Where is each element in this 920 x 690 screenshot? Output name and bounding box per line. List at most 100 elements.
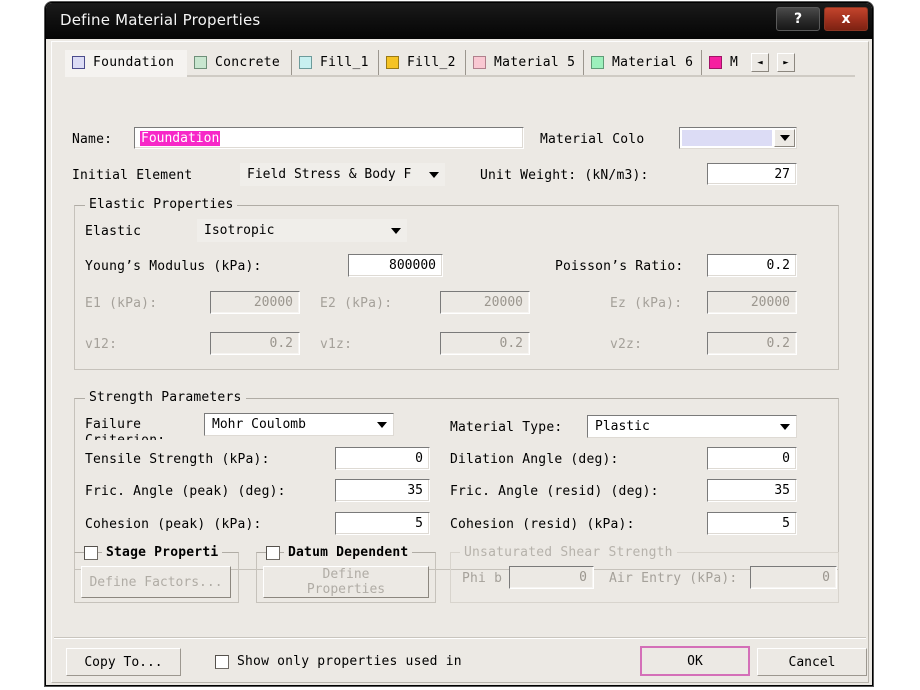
tab-label: Foundation: [93, 55, 175, 70]
e2-value: 20000: [483, 295, 523, 310]
v12-input: 0.2: [210, 332, 300, 355]
tab-label: Fill_1: [320, 55, 369, 70]
tab-scroll-left-button[interactable]: ◄: [751, 53, 769, 72]
failure-criterion-label-line1: Failure: [85, 417, 142, 432]
cancel-button[interactable]: Cancel: [757, 648, 867, 676]
window-title: Define Material Properties: [60, 11, 261, 29]
tab-material-7[interactable]: M: [702, 50, 752, 75]
chevron-down-icon: [779, 135, 790, 141]
show-only-properties-label: Show only properties used in: [237, 654, 462, 669]
tab-color-swatch-fill-1: [299, 56, 312, 69]
material-color-dropdown[interactable]: [679, 127, 797, 149]
chevron-right-icon: ►: [783, 57, 789, 68]
e1-value: 20000: [253, 295, 293, 310]
ez-value: 20000: [750, 295, 790, 310]
fric-angle-resid-input[interactable]: 35: [707, 479, 797, 502]
close-button[interactable]: x: [824, 7, 868, 31]
footer-divider-highlight: [54, 638, 866, 639]
cohesion-resid-input[interactable]: 5: [707, 512, 797, 535]
chevron-down-icon: [780, 423, 790, 430]
cohesion-resid-label: Cohesion (resid) (kPa):: [450, 517, 635, 532]
e1-label: E1 (kPa):: [85, 296, 158, 311]
initial-element-dropdown[interactable]: Field Stress & Body F: [240, 163, 445, 186]
ez-input: 20000: [707, 291, 797, 314]
tab-color-swatch-material-7: [709, 56, 722, 69]
tab-material-5[interactable]: Material 5: [466, 50, 584, 75]
material-color-dropdown-button[interactable]: [774, 129, 795, 147]
elastic-label: Elastic: [85, 224, 142, 239]
poissons-ratio-label: Poisson’s Ratio:: [555, 259, 684, 274]
e2-label: E2 (kPa):: [320, 296, 393, 311]
v1z-input: 0.2: [440, 332, 530, 355]
cohesion-resid-value: 5: [782, 516, 790, 531]
youngs-modulus-input[interactable]: 800000: [348, 254, 443, 277]
cohesion-peak-value: 5: [415, 516, 423, 531]
stage-properties-checkbox[interactable]: [84, 546, 98, 560]
air-entry-input: 0: [750, 566, 837, 589]
unsaturated-shear-strength-group-title: Unsaturated Shear Strength: [460, 545, 677, 560]
failure-criterion-label: Failure: [85, 417, 141, 432]
define-factors-button: Define Factors...: [81, 566, 231, 598]
v12-value: 0.2: [269, 336, 293, 351]
strength-parameters-group-title: Strength Parameters: [85, 390, 246, 405]
fric-angle-peak-input[interactable]: 35: [335, 479, 430, 502]
failure-criterion-label-clipped: Criterion:: [85, 433, 165, 440]
datum-dependent-label: Datum Dependent: [284, 545, 413, 560]
copy-to-button[interactable]: Copy To...: [66, 648, 181, 676]
screen: Define Material Properties ? x Foundatio…: [0, 0, 920, 690]
define-properties-button-line1: Define: [322, 567, 370, 582]
v1z-label: v1z:: [320, 337, 353, 352]
chevron-down-icon: [377, 421, 387, 428]
tab-label: M: [730, 55, 739, 70]
unit-weight-label: Unit Weight: (kN/m3):: [480, 168, 649, 183]
show-only-properties-checkbox[interactable]: [215, 655, 229, 669]
youngs-modulus-value: 800000: [389, 258, 436, 273]
tab-color-swatch-material-5: [473, 56, 486, 69]
tab-scroll-right-button[interactable]: ►: [777, 53, 795, 72]
initial-element-value: Field Stress & Body F: [247, 167, 412, 182]
tensile-strength-label: Tensile Strength (kPa):: [85, 452, 270, 467]
v2z-value: 0.2: [766, 336, 790, 351]
name-input[interactable]: Foundation: [134, 127, 524, 149]
phi-b-value: 0: [579, 570, 587, 585]
tab-label: Material 6: [612, 55, 694, 70]
elastic-type-dropdown[interactable]: Isotropic: [197, 219, 407, 242]
tab-material-6[interactable]: Material 6: [584, 50, 702, 75]
datum-dependent-checkbox[interactable]: [266, 546, 280, 560]
poissons-ratio-input[interactable]: 0.2: [707, 254, 797, 277]
fric-angle-resid-label: Fric. Angle (resid) (deg):: [450, 484, 659, 499]
material-type-dropdown[interactable]: Plastic: [587, 415, 797, 438]
v12-label: v12:: [85, 337, 118, 352]
ok-button[interactable]: OK: [640, 646, 750, 676]
tab-fill-1[interactable]: Fill_1: [292, 50, 379, 75]
tab-fill-2[interactable]: Fill_2: [379, 50, 466, 75]
cohesion-peak-label: Cohesion (peak) (kPa):: [85, 517, 262, 532]
tab-label: Concrete: [215, 55, 281, 70]
unit-weight-input[interactable]: 27: [707, 163, 797, 185]
e2-input: 20000: [440, 291, 530, 314]
tab-color-swatch-fill-2: [386, 56, 399, 69]
dialog-window: Define Material Properties ? x Foundatio…: [45, 2, 873, 686]
dilation-angle-label: Dilation Angle (deg):: [450, 452, 619, 467]
unit-weight-value: 27: [774, 166, 790, 182]
tab-color-swatch-material-6: [591, 56, 604, 69]
help-button[interactable]: ?: [776, 7, 820, 31]
define-properties-button-line2: Properties: [306, 582, 386, 597]
initial-element-label: Initial Element: [72, 168, 193, 183]
fric-angle-peak-value: 35: [407, 483, 423, 498]
cohesion-peak-input[interactable]: 5: [335, 512, 430, 535]
failure-criterion-dropdown[interactable]: Mohr Coulomb: [204, 413, 394, 436]
tab-label: Material 5: [494, 55, 576, 70]
tensile-strength-input[interactable]: 0: [335, 447, 430, 470]
chevron-left-icon: ◄: [757, 57, 763, 68]
material-tabs: Foundation Concrete Fill_1 Fill_2 Materi…: [65, 50, 855, 76]
tab-foundation[interactable]: Foundation: [65, 50, 187, 75]
phi-b-input: 0: [509, 566, 594, 589]
air-entry-value: 0: [822, 570, 830, 585]
dilation-angle-input[interactable]: 0: [707, 447, 797, 470]
tab-concrete[interactable]: Concrete: [187, 50, 292, 75]
material-color-label: Material Colo: [540, 132, 645, 147]
name-input-value: Foundation: [140, 130, 221, 146]
title-bar: Define Material Properties ? x: [46, 3, 872, 39]
name-label: Name:: [72, 132, 113, 147]
